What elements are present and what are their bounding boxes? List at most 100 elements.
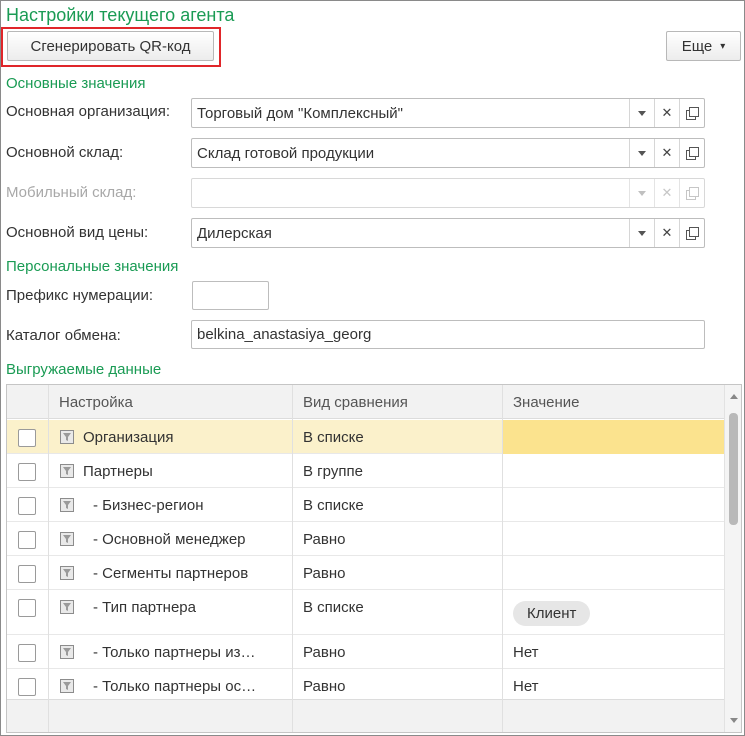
- more-chevron-icon: ▾: [720, 40, 726, 52]
- organization-label: Основная организация:: [6, 103, 170, 120]
- row-checkbox[interactable]: [18, 429, 36, 447]
- value-cell: Нет: [513, 643, 539, 661]
- warehouse-value[interactable]: Склад готовой продукции: [192, 139, 629, 167]
- mobile-warehouse-label: Мобильный склад:: [6, 184, 137, 201]
- dropdown-icon: [638, 150, 646, 156]
- comparison-cell: В списке: [303, 598, 364, 616]
- settings-window: Настройки текущего агента Сгенерировать …: [0, 0, 745, 736]
- setting-cell: - Только партнеры ос…: [59, 669, 289, 703]
- filter-icon: [60, 679, 74, 693]
- warehouse-clear-button[interactable]: ✕: [654, 139, 679, 167]
- filter-icon: [60, 532, 74, 546]
- dropdown-icon: [638, 230, 646, 236]
- warehouse-open-button[interactable]: [679, 139, 704, 167]
- value-chip[interactable]: Клиент: [513, 600, 591, 626]
- more-button[interactable]: Еще ▾: [666, 31, 741, 61]
- comparison-cell: В списке: [303, 496, 364, 514]
- export-settings-table: Настройка Вид сравнения Значение Организ…: [6, 384, 742, 733]
- price-type-label: Основной вид цены:: [6, 224, 149, 241]
- table-row[interactable]: - Бизнес-регион В списке: [7, 488, 725, 522]
- open-icon: [686, 187, 699, 200]
- row-checkbox[interactable]: [18, 497, 36, 515]
- table-vertical-scrollbar[interactable]: [724, 385, 741, 732]
- scroll-down-icon[interactable]: [730, 718, 738, 723]
- filter-icon: [60, 498, 74, 512]
- exchange-dir-label: Каталог обмена:: [6, 327, 121, 344]
- setting-name: Организация: [83, 428, 174, 446]
- table-row[interactable]: - Сегменты партнеров Равно: [7, 556, 725, 590]
- more-button-label: Еще: [681, 37, 713, 55]
- table-row[interactable]: Партнеры В группе: [7, 454, 725, 488]
- row-checkbox[interactable]: [18, 531, 36, 549]
- setting-cell: Партнеры: [59, 454, 289, 488]
- organization-clear-button[interactable]: ✕: [654, 99, 679, 127]
- setting-name: - Тип партнера: [93, 598, 196, 616]
- table-row[interactable]: - Только партнеры из… Равно Нет: [7, 635, 725, 669]
- column-header-value[interactable]: Значение: [502, 385, 725, 419]
- open-icon: [686, 107, 699, 120]
- comparison-cell: Равно: [303, 677, 346, 695]
- price-type-field[interactable]: Дилерская ✕: [191, 218, 705, 248]
- price-type-open-button[interactable]: [679, 219, 704, 247]
- row-checkbox[interactable]: [18, 565, 36, 583]
- setting-cell: Организация: [59, 420, 289, 454]
- clear-icon: ✕: [661, 105, 673, 120]
- setting-name: - Только партнеры из…: [93, 643, 256, 661]
- table-footer: [7, 699, 725, 732]
- organization-field[interactable]: Торговый дом "Комплексный" ✕: [191, 98, 705, 128]
- column-header-comparison[interactable]: Вид сравнения: [292, 385, 502, 419]
- clear-icon: ✕: [661, 145, 673, 160]
- filter-icon: [60, 430, 74, 444]
- value-cell: Нет: [513, 677, 539, 695]
- setting-name: - Сегменты партнеров: [93, 564, 249, 582]
- mobile-warehouse-field: ✕: [191, 178, 705, 208]
- comparison-cell: В списке: [303, 428, 364, 446]
- warehouse-dropdown-button[interactable]: [629, 139, 654, 167]
- setting-cell: - Сегменты партнеров: [59, 556, 289, 590]
- organization-value[interactable]: Торговый дом "Комплексный": [192, 99, 629, 127]
- section-export-data: Выгружаемые данные: [6, 361, 162, 378]
- page-title: Настройки текущего агента: [6, 5, 235, 25]
- organization-dropdown-button[interactable]: [629, 99, 654, 127]
- exchange-dir-input[interactable]: [191, 320, 705, 349]
- open-icon: [686, 227, 699, 240]
- table-row[interactable]: - Только партнеры ос… Равно Нет: [7, 669, 725, 703]
- scroll-up-icon[interactable]: [730, 394, 738, 399]
- filter-icon: [60, 600, 74, 614]
- clear-icon: ✕: [661, 225, 673, 240]
- setting-cell: - Только партнеры из…: [59, 635, 289, 669]
- filter-icon: [60, 566, 74, 580]
- table-row[interactable]: - Основной менеджер Равно: [7, 522, 725, 556]
- setting-name: - Только партнеры ос…: [93, 677, 257, 695]
- dropdown-icon: [638, 190, 646, 196]
- table-row[interactable]: - Тип партнера В списке Клиент: [7, 590, 725, 635]
- setting-name: - Бизнес-регион: [93, 496, 204, 514]
- setting-cell: - Тип партнера: [59, 590, 289, 624]
- setting-cell: - Бизнес-регион: [59, 488, 289, 522]
- organization-open-button[interactable]: [679, 99, 704, 127]
- price-type-value[interactable]: Дилерская: [192, 219, 629, 247]
- prefix-label: Префикс нумерации:: [6, 287, 154, 304]
- open-icon: [686, 147, 699, 160]
- section-main-values: Основные значения: [6, 75, 146, 92]
- table-header: Настройка Вид сравнения Значение: [7, 385, 725, 419]
- generate-qr-button[interactable]: Сгенерировать QR-код: [7, 31, 214, 61]
- comparison-cell: Равно: [303, 643, 346, 661]
- warehouse-field[interactable]: Склад готовой продукции ✕: [191, 138, 705, 168]
- section-personal-values: Персональные значения: [6, 258, 179, 275]
- comparison-cell: Равно: [303, 530, 346, 548]
- row-checkbox[interactable]: [18, 644, 36, 662]
- selected-value-cell[interactable]: [502, 420, 724, 454]
- row-checkbox[interactable]: [18, 599, 36, 617]
- column-header-setting[interactable]: Настройка: [48, 385, 292, 419]
- mobile-warehouse-value: [192, 179, 629, 207]
- prefix-input[interactable]: [192, 281, 269, 310]
- row-checkbox[interactable]: [18, 463, 36, 481]
- row-checkbox[interactable]: [18, 678, 36, 696]
- table-row[interactable]: Организация В списке: [7, 420, 725, 454]
- price-type-clear-button[interactable]: ✕: [654, 219, 679, 247]
- scrollbar-thumb[interactable]: [729, 413, 738, 525]
- price-type-dropdown-button[interactable]: [629, 219, 654, 247]
- warehouse-label: Основной склад:: [6, 144, 124, 161]
- mobile-warehouse-dropdown-button: [629, 179, 654, 207]
